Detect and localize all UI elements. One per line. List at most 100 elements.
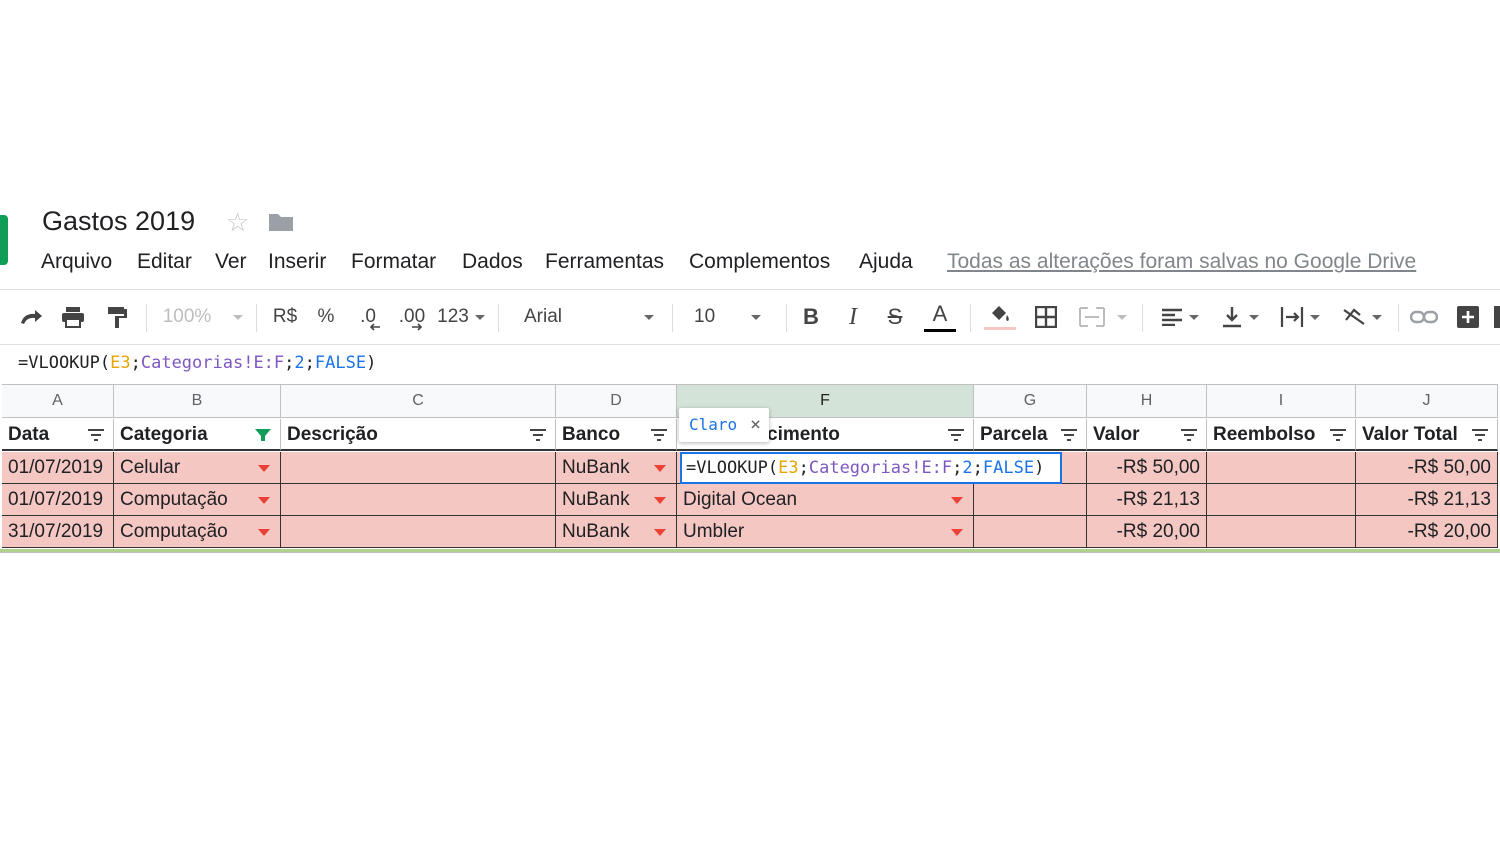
horizontal-align-button[interactable] [1152,290,1208,344]
sheets-logo-icon[interactable] [0,215,8,265]
cell-d4[interactable]: NuBank [556,516,677,548]
italic-button[interactable]: I [838,290,868,344]
dropdown-arrow-icon[interactable] [951,497,963,504]
header-cell-reembolso[interactable]: Reembolso [1207,419,1356,451]
menu-ver[interactable]: Ver [215,246,247,278]
menu-ajuda[interactable]: Ajuda [859,246,913,278]
dropdown-arrow-icon[interactable] [654,497,666,504]
print-icon[interactable] [56,290,90,344]
column-header-a[interactable]: A [2,384,114,418]
merge-cells-button[interactable] [1072,290,1134,344]
column-header-h[interactable]: H [1087,384,1207,418]
cell-i2[interactable] [1207,452,1356,484]
header-cell-data[interactable]: Data [2,419,114,451]
vertical-align-button[interactable] [1212,290,1268,344]
folder-icon[interactable] [268,212,294,232]
currency-format-button[interactable]: R$ [266,290,304,344]
redo-icon[interactable] [14,290,48,344]
cell-d3[interactable]: NuBank [556,484,677,516]
close-icon[interactable]: × [750,408,761,442]
dropdown-arrow-icon[interactable] [951,529,963,536]
cell-i4[interactable] [1207,516,1356,548]
cell-a2[interactable]: 01/07/2019 [2,452,114,484]
filter-icon[interactable] [1180,428,1198,442]
column-header-b[interactable]: B [114,384,281,418]
filter-icon[interactable] [1060,428,1078,442]
save-status-link[interactable]: Todas as alterações foram salvas no Goog… [947,246,1416,278]
strikethrough-button[interactable]: S [880,290,910,344]
cell-h3[interactable]: -R$ 21,13 [1087,484,1207,516]
cell-h4[interactable]: -R$ 20,00 [1087,516,1207,548]
paint-format-icon[interactable] [100,290,134,344]
dropdown-arrow-icon[interactable] [258,497,270,504]
font-select[interactable]: Arial [512,290,662,344]
cell-g3[interactable] [974,484,1087,516]
active-filter-icon[interactable] [254,428,272,442]
cell-h2[interactable]: -R$ 50,00 [1087,452,1207,484]
cell-b2[interactable]: Celular [114,452,281,484]
dropdown-arrow-icon[interactable] [654,529,666,536]
more-tools-icon[interactable] [1494,306,1500,328]
zoom-select[interactable]: 100% [158,290,248,344]
header-cell-valor-total[interactable]: Valor Total [1356,419,1498,451]
cell-f3[interactable]: Digital Ocean [677,484,974,516]
menu-arquivo[interactable]: Arquivo [41,246,112,278]
link-icon[interactable] [1406,290,1442,344]
header-cell-banco[interactable]: Banco [556,419,677,451]
cell-g4[interactable] [974,516,1087,548]
filter-icon[interactable] [1471,428,1489,442]
cell-f4[interactable]: Umbler [677,516,974,548]
filter-icon[interactable] [529,428,547,442]
cell-a4[interactable]: 31/07/2019 [2,516,114,548]
cell-c3[interactable] [281,484,556,516]
column-header-g[interactable]: G [974,384,1087,418]
filter-icon[interactable] [947,428,965,442]
dropdown-arrow-icon[interactable] [258,529,270,536]
cell-j2[interactable]: -R$ 50,00 [1356,452,1498,484]
fill-color-button[interactable] [982,290,1018,344]
insert-comment-icon[interactable] [1450,290,1486,344]
cell-c4[interactable] [281,516,556,548]
cell-b3[interactable]: Computação [114,484,281,516]
text-wrapping-button[interactable] [1272,290,1328,344]
dropdown-arrow-icon[interactable] [258,465,270,472]
text-color-button[interactable]: A [922,290,958,344]
cell-formula-editor[interactable]: =VLOOKUP(E3;Categorias!E:F;2;FALSE) [680,452,1062,484]
cell-a3[interactable]: 01/07/2019 [2,484,114,516]
column-header-i[interactable]: I [1207,384,1356,418]
cell-b4[interactable]: Computação [114,516,281,548]
column-header-j[interactable]: J [1356,384,1498,418]
formula-bar[interactable]: =VLOOKUP(E3;Categorias!E:F;2;FALSE) [18,348,376,378]
header-cell-parcela[interactable]: Parcela [974,419,1087,451]
menu-formatar[interactable]: Formatar [351,246,436,278]
menu-dados[interactable]: Dados [462,246,523,278]
menu-complementos[interactable]: Complementos [689,246,830,278]
cell-j3[interactable]: -R$ 21,13 [1356,484,1498,516]
cell-j4[interactable]: -R$ 20,00 [1356,516,1498,548]
filter-icon[interactable] [650,428,668,442]
font-size-select[interactable]: 10 [684,290,776,344]
column-header-c[interactable]: C [281,384,556,418]
header-cell-categoria[interactable]: Categoria [114,419,281,451]
filter-icon[interactable] [1329,428,1347,442]
header-cell-valor[interactable]: Valor [1087,419,1207,451]
menu-editar[interactable]: Editar [137,246,192,278]
menu-ferramentas[interactable]: Ferramentas [545,246,664,278]
cell-c2[interactable] [281,452,556,484]
text-rotation-button[interactable] [1334,290,1390,344]
menu-inserir[interactable]: Inserir [268,246,326,278]
borders-icon[interactable] [1028,290,1064,344]
filter-icon[interactable] [87,428,105,442]
star-icon[interactable]: ☆ [226,207,249,238]
column-header-d[interactable]: D [556,384,677,418]
more-formats-button[interactable]: 123 [436,290,486,344]
increase-decimals-button[interactable]: .00 [394,290,430,344]
decrease-decimals-button[interactable]: .0 [350,290,386,344]
cell-d2[interactable]: NuBank [556,452,677,484]
header-cell-descricao[interactable]: Descrição [281,419,556,451]
dropdown-arrow-icon[interactable] [654,465,666,472]
cell-i3[interactable] [1207,484,1356,516]
percent-format-button[interactable]: % [312,290,340,344]
document-title[interactable]: Gastos 2019 [42,203,195,239]
bold-button[interactable]: B [796,290,826,344]
